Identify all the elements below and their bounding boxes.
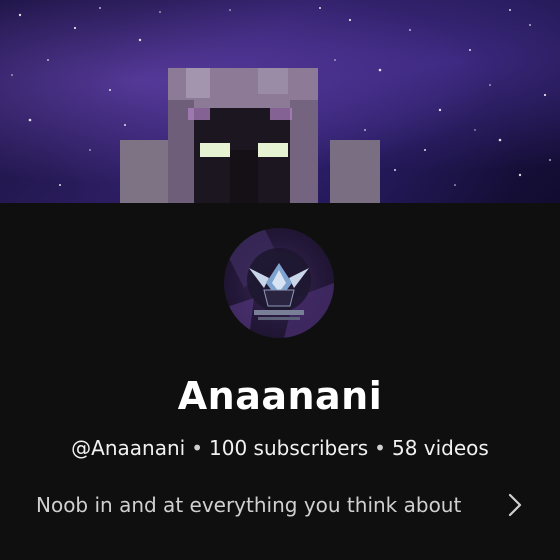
chevron-right-icon[interactable] [504,490,526,520]
banner-art [11,7,551,203]
channel-banner [0,0,560,203]
channel-avatar[interactable] [224,228,334,338]
avatar-logo [224,228,334,338]
channel-meta: @Anaanani • 100 subscribers • 58 videos [0,436,560,460]
channel-handle: @Anaanani [71,436,186,460]
channel-description-row[interactable]: Noob in and at everything you think abou… [36,490,526,520]
channel-description: Noob in and at everything you think abou… [36,493,462,517]
subscriber-count: 100 subscribers [209,436,369,460]
meta-separator: • [374,436,386,460]
meta-separator: • [191,436,203,460]
video-count: 58 videos [391,436,489,460]
channel-name: Anaanani [177,374,383,418]
